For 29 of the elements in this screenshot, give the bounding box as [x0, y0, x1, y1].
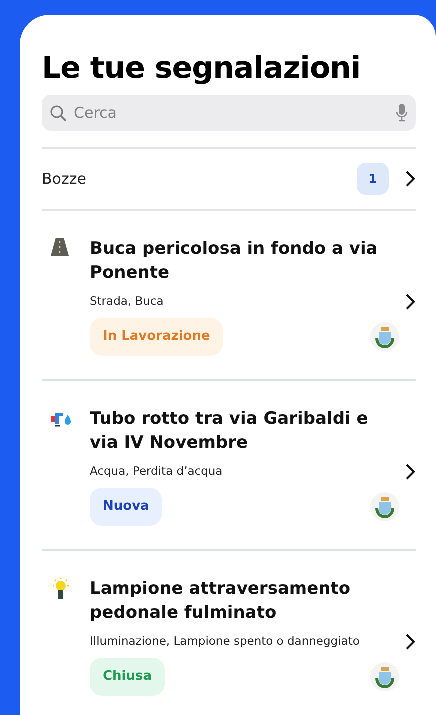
report-title: Lampione attraversamento pedonale fulminato	[90, 578, 352, 625]
report-title: Buca pericolosa in fondo a via Ponente	[90, 238, 379, 285]
drafts-count: 1	[356, 163, 389, 195]
search-input[interactable]: Cerca	[72, 100, 391, 126]
report-category: Illuminazione, Lampione spento o danneggiato	[90, 633, 361, 650]
road-icon	[50, 237, 70, 257]
status-label: In Lavorazione	[90, 318, 224, 356]
page-title: Le tue segnalazioni	[42, 51, 362, 87]
crest-icon	[370, 662, 400, 692]
chevron-icon	[405, 171, 416, 187]
chevron-icon	[405, 634, 416, 650]
report-title: Tubo rotto tra via Garibaldi e via IV Novembre	[90, 408, 370, 455]
status-label: Chiusa	[90, 658, 166, 696]
microphone-icon[interactable]	[396, 103, 408, 123]
search-icon	[50, 104, 67, 122]
report-category: Strada, Buca	[90, 293, 165, 310]
status-label: Nuova	[90, 488, 162, 526]
drafts-label: Bozze	[42, 168, 88, 190]
drafts-row[interactable]: Bozze 1	[42, 149, 416, 209]
lightbulb-icon	[50, 577, 72, 601]
chevron-icon	[405, 294, 416, 310]
report-category: Acqua, Perdita d’acqua	[90, 463, 224, 480]
report-item[interactable]: Buca pericolosa in fondo a via Ponente Strada, Buca In Lavorazione	[42, 211, 416, 381]
report-item[interactable]: Tubo rotto tra via Garibaldi e via IV Novembre Acqua, Perdita d’acqua Nuova	[42, 381, 416, 551]
report-item[interactable]: Lampione attraversamento pedonale fulminato Illuminazione, Lampione spento o danneggiato Chiusa	[42, 551, 416, 715]
crest-icon	[370, 492, 400, 522]
crest-icon	[370, 322, 400, 352]
search-bar[interactable]: Cerca	[42, 95, 416, 131]
chevron-icon	[405, 464, 416, 480]
